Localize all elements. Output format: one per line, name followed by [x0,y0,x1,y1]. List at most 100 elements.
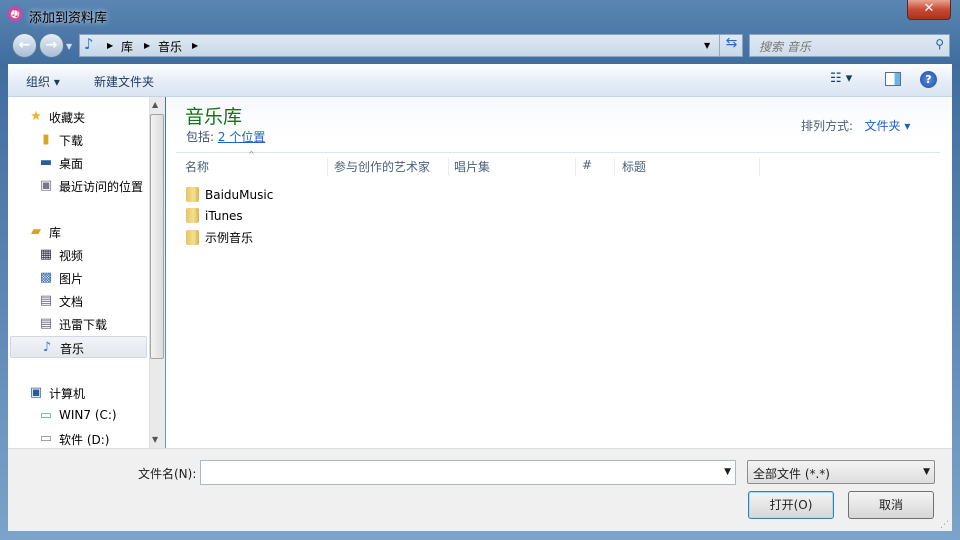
filename-label: 文件名(N): [138,467,197,481]
documents-icon: ▤ [39,293,53,308]
library-icon: ▰ [31,224,41,239]
file-name: BaiduMusic [205,188,274,202]
sidebar-item-pictures[interactable]: ▩ 图片 [10,267,147,289]
resize-grip-icon[interactable]: ⋰ [940,520,949,530]
recent-pages-dropdown[interactable]: ▼ [66,42,72,51]
star-icon: ★ [30,109,42,124]
sidebar-label: 下载 [59,134,84,148]
itunes-icon: ♫ [7,6,23,22]
sidebar-item-xunlei-downloads[interactable]: ▤ 迅雷下载 [10,313,147,335]
sidebar-computer[interactable]: ▣ 计算机 [10,382,147,404]
breadcrumb-arrow-icon[interactable]: ▶ [192,41,198,50]
download-folder-icon: ▮ [42,132,50,147]
sidebar-item-drive-c[interactable]: ▭ WIN7 (C:) [10,405,147,427]
sidebar-label: 文档 [59,295,84,309]
filename-input[interactable]: ▼ [200,460,736,485]
sort-dropdown[interactable]: 文件夹 [865,119,901,133]
includes-locations-link[interactable]: 2 个位置 [218,130,265,144]
arrange-by: 排列方式: 文件夹 ▾ [801,117,910,134]
address-bar[interactable]: ♪ ▶ 库 ▶ 音乐 ▶ ▼ ⇆ [79,34,743,57]
desktop-icon: ▬ [39,155,53,170]
view-options-icon[interactable]: ☷ ▾ [830,71,852,86]
sort-label: 排列方式: [801,119,854,133]
column-headers: ^ 名称 参与创作的艺术家 唱片集 # 标题 [176,150,940,176]
new-folder-button[interactable]: 新建文件夹 [94,73,154,90]
search-input[interactable]: 搜索 音乐 ⚲ [749,34,950,57]
sidebar-item-documents[interactable]: ▤ 文档 [10,290,147,312]
music-note-icon: ♪ [84,35,94,53]
column-artist[interactable]: 参与创作的艺术家 [334,158,449,176]
column-track-number[interactable]: # [582,158,615,176]
folder-icon [186,187,199,202]
file-name: iTunes [205,209,243,223]
chevron-down-icon[interactable]: ▼ [923,467,930,477]
sidebar-label: 音乐 [60,342,85,356]
sidebar-label: 软件 (D:) [59,433,110,447]
close-button[interactable]: ✕ [907,0,951,20]
sidebar-label: 最近访问的位置 [59,180,144,194]
sidebar-label: WIN7 (C:) [59,408,117,422]
sidebar-item-recent-places[interactable]: ▣ 最近访问的位置 [10,175,147,197]
window-title: 添加到资料库 [29,11,108,26]
sidebar-item-videos[interactable]: ▦ 视频 [10,244,147,266]
drive-icon: ▭ [39,431,53,446]
forward-button[interactable]: → [39,33,64,58]
sidebar-favorites[interactable]: ★ 收藏夹 [10,106,147,128]
sidebar-label: 迅雷下载 [59,318,108,332]
folder-icon [186,230,199,245]
music-note-icon: ♪ [42,340,52,355]
cancel-button[interactable]: 取消 [848,491,934,519]
folder-icon [186,208,199,223]
sidebar-label: 计算机 [49,387,86,401]
chevron-down-icon[interactable]: ▾ [904,119,910,133]
sidebar-item-downloads[interactable]: ▮ 下载 [10,129,147,151]
sidebar-item-drive-d[interactable]: ▭ 软件 (D:) [10,428,147,450]
filename-dropdown-icon[interactable]: ▼ [724,467,731,477]
search-icon[interactable]: ⚲ [935,37,944,51]
library-title: 音乐库 [185,106,243,128]
preview-pane-icon[interactable] [885,72,901,86]
column-album[interactable]: 唱片集 [454,158,576,176]
file-name: 示例音乐 [205,231,254,245]
toolbar: 组织 ▾ 新建文件夹 ☷ ▾ ? [8,64,952,97]
scroll-down-icon[interactable]: ▼ [152,435,158,444]
refresh-icon[interactable]: ⇆ [719,35,743,56]
breadcrumb-library[interactable]: 库 [121,38,133,55]
column-name[interactable]: 名称 [185,158,328,176]
sidebar-libraries[interactable]: ▰ 库 [10,221,147,243]
includes-info: 包括: 2 个位置 [186,128,265,145]
list-item[interactable]: iTunes [186,208,243,228]
navigation-pane: ★ 收藏夹 ▮ 下载 ▬ 桌面 ▣ 最近访问的位置 ▰ 库 ▦ 视频 ▩ 图片 ▤ 文档 ▤ 迅雷… [8,97,149,448]
file-type-select[interactable]: 全部文件 (*.*) ▼ [747,460,935,484]
address-dropdown-icon[interactable]: ▼ [704,41,710,50]
computer-icon: ▣ [29,385,43,400]
sidebar-label: 桌面 [59,157,84,171]
column-title[interactable]: 标题 [622,158,760,176]
documents-icon: ▤ [39,316,53,331]
sidebar-label: 库 [49,226,62,240]
file-type-value: 全部文件 (*.*) [753,467,830,481]
sidebar-item-desktop[interactable]: ▬ 桌面 [10,152,147,174]
help-icon[interactable]: ? [920,71,937,88]
organize-button[interactable]: 组织 ▾ [26,73,60,90]
breadcrumb-arrow-icon[interactable]: ▶ [107,41,113,50]
sidebar-label: 收藏夹 [49,111,86,125]
breadcrumb-music[interactable]: 音乐 [158,38,182,55]
includes-label: 包括: [186,130,215,144]
system-drive-icon: ▭ [39,408,53,423]
sidebar-label: 视频 [59,249,84,263]
video-icon: ▦ [39,247,53,262]
list-item[interactable]: BaiduMusic [186,187,273,207]
sidebar-label: 图片 [59,272,84,286]
file-list-pane [166,97,952,448]
search-placeholder: 搜索 音乐 [759,40,811,54]
sidebar-item-music[interactable]: ♪ 音乐 [10,336,147,358]
scroll-up-icon[interactable]: ▲ [152,100,158,109]
list-item[interactable]: 示例音乐 [186,229,253,249]
pictures-icon: ▩ [39,270,53,285]
recent-places-icon: ▣ [39,178,53,193]
scrollbar-thumb[interactable] [150,114,164,359]
breadcrumb-arrow-icon[interactable]: ▶ [144,41,150,50]
back-button[interactable]: ← [12,33,37,58]
open-button[interactable]: 打开(O) [748,491,834,519]
